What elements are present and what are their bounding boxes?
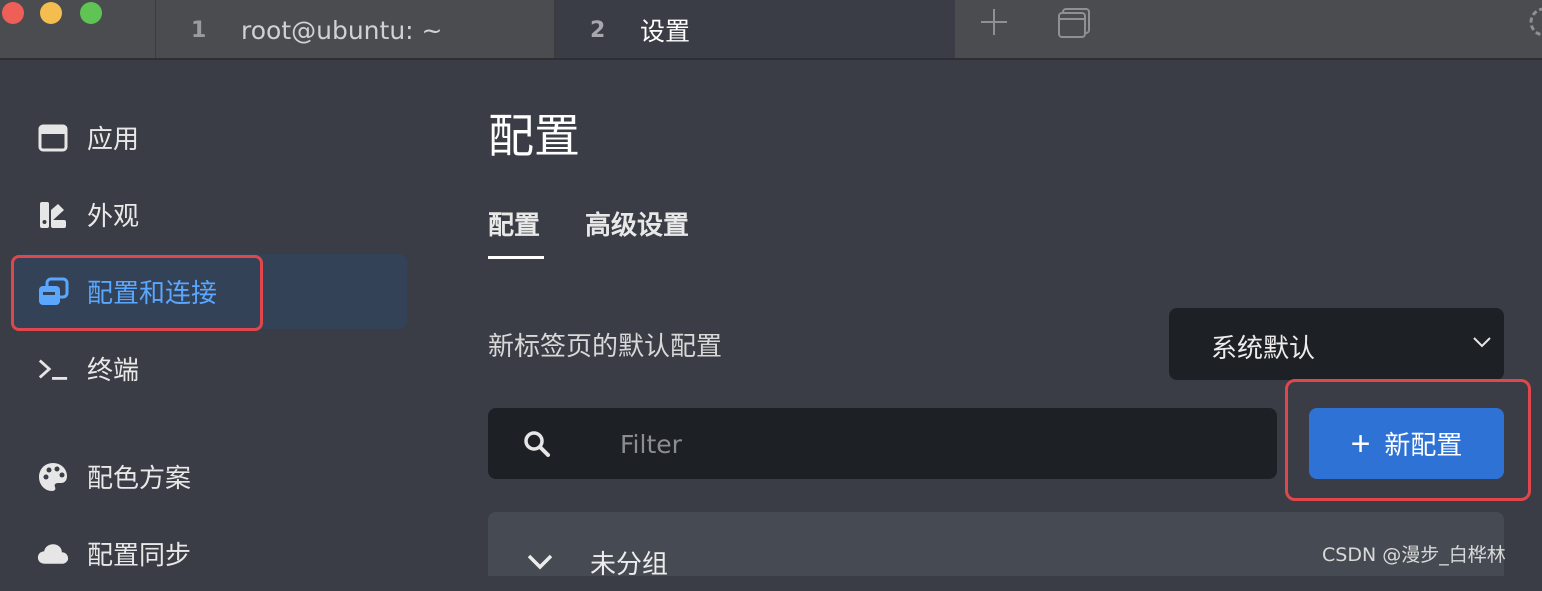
filter-box: [488, 408, 1277, 481]
select-value: 系统默认: [1211, 334, 1316, 364]
plus-icon[interactable]: [978, 6, 1010, 42]
default-profile-label: 新标签页的默认配置: [488, 332, 723, 362]
tab-bar: 1 root@ubuntu: ~ 2 设置: [0, 0, 1542, 60]
maximize-window-button[interactable]: [80, 2, 102, 24]
window-icon[interactable]: [1056, 6, 1092, 44]
tab-title: root@ubuntu: ~: [241, 15, 443, 45]
highlight-box: [1285, 379, 1531, 501]
default-profile-select[interactable]: 系统默认: [1169, 308, 1504, 380]
close-window-button[interactable]: [2, 2, 24, 24]
window-icon: [37, 122, 69, 154]
tab-advanced[interactable]: 高级设置: [585, 205, 689, 242]
watermark: CSDN @漫步_白桦林: [1322, 544, 1506, 566]
tab-number: 1: [191, 17, 207, 43]
sidebar-item-label: 终端: [87, 356, 140, 386]
sidebar-item-terminal[interactable]: 终端: [14, 331, 407, 406]
tab-terminal[interactable]: 1 root@ubuntu: ~: [155, 0, 555, 60]
sidebar-item-appearance[interactable]: 外观: [14, 177, 407, 252]
palette-icon: [37, 461, 69, 493]
chevron-down-icon[interactable]: [526, 552, 554, 574]
page-title: 配置: [488, 109, 580, 163]
sidebar-item-sync[interactable]: 配置同步: [14, 516, 407, 591]
chevron-down-icon: [1472, 334, 1492, 353]
search-icon: [523, 430, 551, 462]
sidebar-item-label: 外观: [87, 202, 140, 232]
appearance-icon: [37, 199, 69, 231]
tab-settings[interactable]: 2 设置: [555, 0, 955, 60]
sidebar-item-app[interactable]: 应用: [14, 100, 407, 175]
filter-input[interactable]: [618, 408, 1222, 481]
sidebar-item-label: 配置同步: [87, 541, 192, 571]
sidebar-item-label: 应用: [87, 125, 140, 155]
minimize-window-button[interactable]: [40, 2, 62, 24]
sidebar-item-color-scheme[interactable]: 配色方案: [14, 439, 407, 514]
active-tab-indicator: [488, 256, 544, 259]
tab-profiles[interactable]: 配置: [488, 205, 540, 242]
tab-number: 2: [590, 17, 606, 43]
terminal-icon: [37, 353, 69, 385]
cloud-icon: [37, 538, 69, 570]
group-label: 未分组: [590, 550, 669, 580]
highlight-box: [11, 255, 263, 331]
gear-icon[interactable]: [1526, 4, 1542, 44]
tab-title: 设置: [640, 17, 691, 46]
sidebar-item-label: 配色方案: [87, 464, 192, 494]
